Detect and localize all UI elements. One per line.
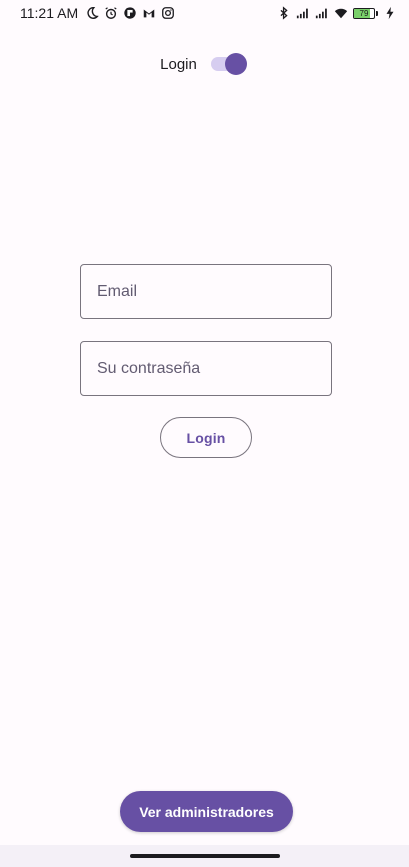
battery-level: 79 xyxy=(359,8,369,18)
alarm-icon xyxy=(104,6,118,20)
status-left: 11:21 AM xyxy=(20,5,175,21)
wifi-icon xyxy=(334,6,348,20)
view-admins-button[interactable]: Ver administradores xyxy=(120,791,293,832)
password-field[interactable] xyxy=(80,341,332,396)
status-bar: 11:21 AM 79 xyxy=(0,0,409,26)
instagram-icon xyxy=(161,6,175,20)
signal-icon xyxy=(315,6,329,20)
email-field[interactable] xyxy=(80,264,332,319)
moon-icon xyxy=(85,6,99,20)
status-time: 11:21 AM xyxy=(20,5,79,21)
battery-icon: 79 xyxy=(353,7,378,19)
app-notification-icon xyxy=(123,6,137,20)
switch-thumb xyxy=(224,53,247,75)
login-switch[interactable] xyxy=(210,52,247,76)
battery-body: 79 xyxy=(353,7,375,19)
navigation-bar xyxy=(0,845,409,867)
email-input[interactable] xyxy=(97,282,315,301)
bluetooth-icon xyxy=(277,6,291,20)
password-input[interactable] xyxy=(97,359,315,378)
signal-icon xyxy=(296,6,310,20)
login-toggle-row: Login xyxy=(0,52,409,76)
bolt-icon xyxy=(383,6,397,20)
status-right: 79 xyxy=(277,6,397,20)
toggle-label: Login xyxy=(160,55,197,73)
gmail-icon xyxy=(142,6,156,20)
login-button[interactable]: Login xyxy=(160,417,252,458)
battery-cap xyxy=(376,10,378,16)
home-indicator[interactable] xyxy=(130,854,280,858)
